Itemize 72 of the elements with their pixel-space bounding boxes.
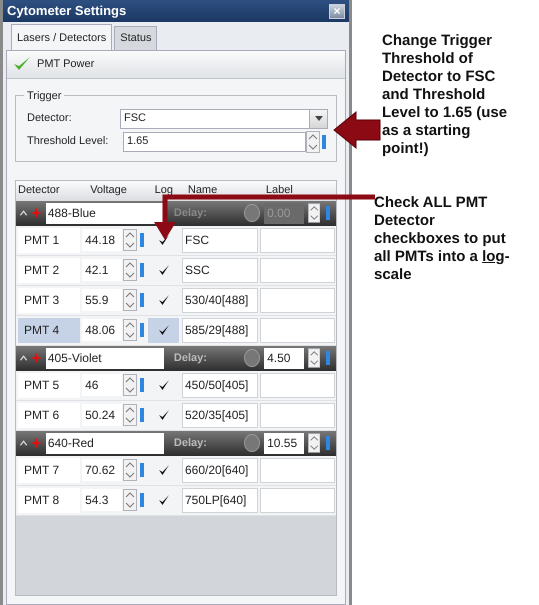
delay-label: Delay: [172,350,208,366]
callout-arrow [333,110,380,150]
label-field[interactable] [260,228,335,252]
window-title: Cytometer Settings [7,2,126,20]
label-field[interactable] [260,372,335,398]
annotation-text: Change Trigger Threshold of Detector to FSC and Threshold Level to 1.65 (use as a starting point!) [382,32,508,158]
label-field[interactable] [260,402,335,428]
voltage-field[interactable]: 50.24 [82,404,122,426]
label-field[interactable] [260,318,335,342]
tab[interactable]: Status [114,26,158,50]
column-header: Label [264,183,294,198]
value-handle[interactable] [326,206,330,220]
laser-star-icon [31,437,42,449]
detector-cell[interactable]: PMT 5 [18,372,80,398]
delay-field[interactable]: 10.55 [264,432,304,454]
value-handle[interactable] [326,351,330,365]
log-checkbox[interactable] [158,379,170,391]
detector-cell[interactable]: PMT 8 [18,488,80,512]
back-button[interactable] [244,349,260,367]
name-field[interactable]: 750LP[640] [182,488,258,512]
value-handle[interactable] [140,408,144,422]
detector-dropdown[interactable]: FSC [120,108,328,128]
value-handle[interactable] [140,493,144,507]
delay-field[interactable]: 4.50 [264,348,304,368]
pmt-power-label: PMT Power [37,56,94,72]
value-handle[interactable] [322,134,326,148]
annotation-text: Check ALL PMT Detector checkboxes to put all PMTs into a log-scale [374,194,511,284]
log-checkbox[interactable] [158,409,170,421]
value-handle[interactable] [140,293,144,307]
delay-label: Delay: [172,436,208,451]
value-handle[interactable] [140,323,144,337]
voltage-field[interactable]: 54.3 [82,489,122,511]
column-header: Detector [17,183,61,198]
field-label: Threshold Level: [26,134,110,150]
value-handle[interactable] [140,263,144,277]
laser-name-field[interactable]: 405-Violet [46,348,164,368]
column-header: Log [154,183,174,198]
spin-buttons[interactable] [308,347,320,369]
field-label: Detector: [26,111,73,126]
spin-buttons[interactable] [308,432,320,454]
label-field[interactable] [260,288,335,312]
voltage-field[interactable]: 70.62 [82,459,122,481]
laser-star-icon [31,352,42,364]
back-button[interactable] [244,204,260,222]
threshold-field[interactable]: 1.65 [123,132,306,152]
laser-star-icon [31,207,42,219]
label-field[interactable] [260,458,335,482]
tab[interactable]: Lasers / Detectors [11,24,112,50]
value-handle[interactable] [326,436,330,450]
name-field[interactable]: 520/35[405] [182,402,258,428]
collapse-caret-icon[interactable] [20,210,28,216]
laser-name-field[interactable]: 640-Red [46,432,164,454]
collapse-caret-icon[interactable] [20,440,28,446]
spin-buttons[interactable] [308,202,320,224]
column-header: Name [186,183,218,198]
detector-cell[interactable]: PMT 6 [18,402,80,428]
detector-cell[interactable]: PMT 7 [18,458,80,482]
voltage-field[interactable]: 46 [82,374,122,396]
log-checkbox[interactable] [158,494,170,506]
back-button[interactable] [244,434,260,452]
name-field[interactable]: 450/50[405] [182,372,258,398]
delay-label: Delay: [172,206,208,221]
dropdown-arrow-icon [314,116,322,121]
collapse-caret-icon[interactable] [20,355,28,361]
value-handle[interactable] [140,378,144,392]
value-handle[interactable] [140,463,144,477]
name-field[interactable]: 660/20[640] [182,458,258,482]
label-field[interactable] [260,488,335,512]
log-checkbox[interactable] [158,464,170,476]
column-header: Voltage [89,183,128,198]
label-field[interactable] [260,258,335,282]
value-handle[interactable] [140,233,144,247]
